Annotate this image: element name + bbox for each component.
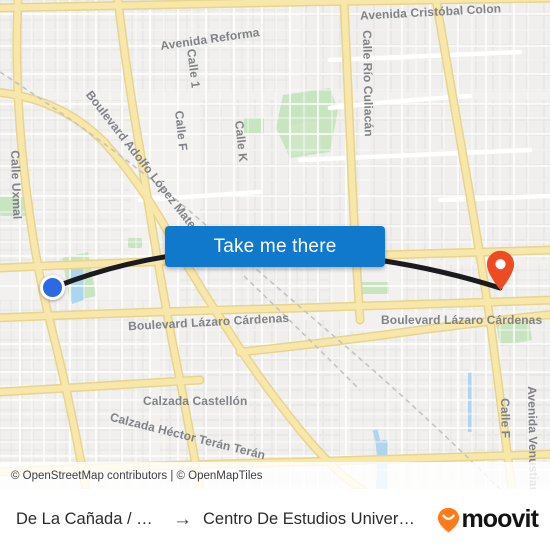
destination-marker[interactable]	[486, 250, 515, 291]
trip-endpoints: De La Cañada / D… → Centro De Estudios U…	[16, 510, 437, 529]
trip-footer: De La Cañada / D… → Centro De Estudios U…	[0, 489, 550, 550]
attribution-text: © OpenStreetMap contributors | © OpenMap…	[11, 469, 263, 482]
moovit-pin-icon	[438, 507, 460, 532]
take-me-there-button[interactable]: Take me there	[165, 226, 385, 267]
origin-marker[interactable]	[40, 275, 65, 300]
moovit-logo[interactable]: moovit	[437, 505, 539, 534]
arrow-right-icon: →	[173, 509, 192, 530]
map-pin-icon	[486, 250, 515, 291]
trip-origin-label: De La Cañada / D…	[16, 510, 162, 528]
map-attribution: © OpenStreetMap contributors | © OpenMap…	[0, 462, 550, 489]
moovit-wordmark: moovit	[461, 505, 538, 533]
trip-destination-label: Centro De Estudios Universita…	[203, 510, 421, 528]
moovit-trip-map-card: Avenida Cristóbal Colon Avenida Reforma …	[0, 0, 550, 550]
